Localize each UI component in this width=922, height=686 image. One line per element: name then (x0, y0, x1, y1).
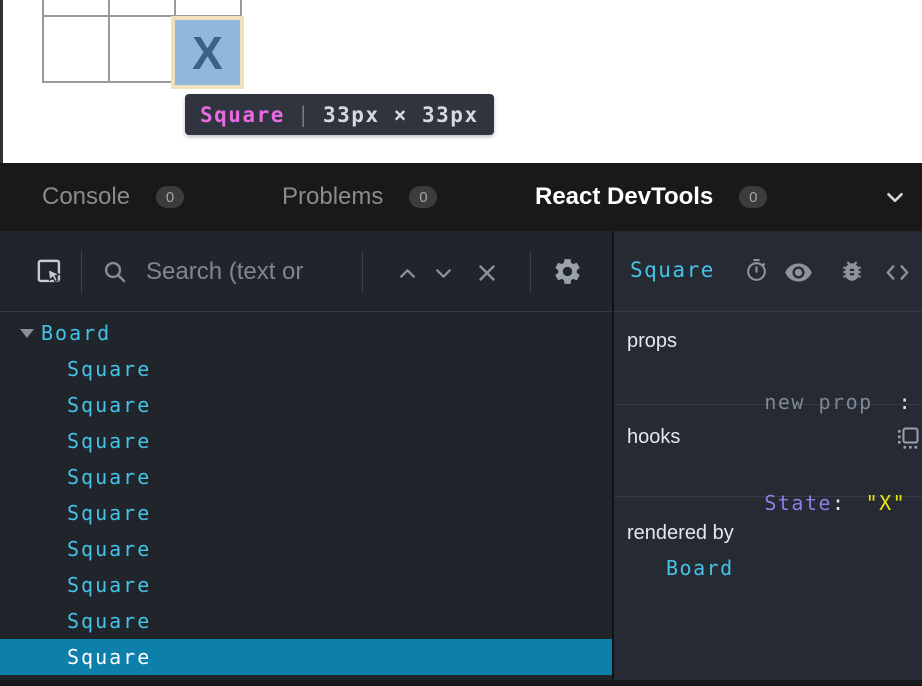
tree-item-label: Board (41, 321, 111, 345)
toolbar-divider (362, 251, 363, 293)
tooltip-separator: | (297, 103, 311, 127)
react-devtools-panel: Board SquareSquareSquareSquareSquareSqua… (0, 231, 922, 680)
tooltip-component-name: Square (200, 103, 285, 127)
rendered-by-board-link[interactable]: Board (666, 556, 734, 580)
tree-item-square-4[interactable]: Square (0, 459, 612, 495)
rendered-by-title: rendered by (627, 522, 734, 545)
tab-console[interactable]: Console 0 (42, 163, 184, 231)
search-icon (102, 259, 128, 285)
window-left-edge (0, 0, 3, 163)
tree-toolbar (0, 231, 612, 312)
tab-label: React DevTools (535, 183, 713, 211)
inspector-pane: Square props new prop:"" hooks (614, 231, 922, 680)
tree-item-label: Square (67, 429, 151, 453)
inspect-highlight-padding: X (171, 16, 244, 89)
board-cell[interactable] (44, 17, 110, 83)
gear-icon[interactable] (552, 256, 583, 287)
board-cell[interactable] (110, 17, 176, 83)
view-source-icon[interactable] (883, 258, 912, 287)
tooltip-dimensions: 33px × 33px (323, 103, 479, 127)
tree-item-label: Square (67, 465, 151, 489)
next-match-icon[interactable] (431, 261, 456, 286)
tab-react-devtools[interactable]: React DevTools 0 (535, 163, 767, 231)
hooks-section: hooks State:"X" (614, 405, 922, 497)
tab-problems[interactable]: Problems 0 (282, 163, 437, 231)
chevron-down-icon[interactable] (882, 184, 908, 210)
tab-label: Problems (282, 183, 383, 211)
tree-item-board[interactable]: Board (0, 315, 612, 351)
selected-component-name: Square (630, 258, 715, 282)
search-input[interactable] (144, 255, 356, 289)
tab-label: Console (42, 183, 130, 211)
tree-item-square-5[interactable]: Square (0, 495, 612, 531)
tree-item-square-9[interactable]: Square (0, 639, 612, 675)
inspect-element-icon[interactable] (35, 257, 64, 286)
props-section: props new prop:"" (614, 312, 922, 405)
tree-item-square-7[interactable]: Square (0, 567, 612, 603)
parse-hook-names-icon[interactable] (896, 426, 920, 450)
clear-search-icon[interactable] (474, 260, 500, 286)
rendered-by-section: rendered by Board (614, 497, 922, 680)
board-cell[interactable] (110, 0, 176, 17)
tree-item-square-6[interactable]: Square (0, 531, 612, 567)
tree-item-label: Square (67, 573, 151, 597)
board-cell-value: X (192, 26, 223, 80)
tree-item-label: Square (67, 501, 151, 525)
inspect-tooltip: Square | 33px × 33px (185, 94, 494, 135)
component-tree-children: Square Square Square Square Square Square Squa… (0, 351, 612, 675)
tree-item-label: Square (67, 645, 151, 669)
toolbar-divider (81, 251, 82, 293)
tree-item-label: Square (67, 537, 151, 561)
tree-item-square-3[interactable]: Square (0, 423, 612, 459)
window-bottom-edge (0, 680, 922, 686)
tree-item-label: Square (67, 393, 151, 417)
timer-icon[interactable] (744, 258, 769, 283)
props-section-title: props (627, 330, 677, 353)
tab-count-badge: 0 (739, 186, 767, 208)
tree-item-square-1[interactable]: Square (0, 351, 612, 387)
tree-item-label: Square (67, 357, 151, 381)
component-tree: Board SquareSquareSquareSquareSquareSqua… (0, 313, 612, 680)
tab-count-badge: 0 (409, 186, 437, 208)
tree-item-label: Square (67, 609, 151, 633)
devtools-tabbar: Console 0 Problems 0 React DevTools 0 (0, 163, 922, 231)
tree-item-square-2[interactable]: Square (0, 387, 612, 423)
eye-icon[interactable] (784, 258, 813, 287)
tree-item-square-8[interactable]: Square (0, 603, 612, 639)
inspect-highlight-content[interactable]: X (175, 20, 240, 85)
board-cell[interactable] (176, 0, 242, 17)
tab-count-badge: 0 (156, 186, 184, 208)
inspector-header: Square (614, 231, 922, 312)
bug-icon[interactable] (839, 258, 865, 284)
expander-triangle-icon[interactable] (20, 329, 34, 338)
previous-match-icon[interactable] (395, 261, 420, 286)
browser-viewport: X Square | 33px × 33px (0, 0, 922, 163)
components-tree-pane: Board SquareSquareSquareSquareSquareSqua… (0, 231, 612, 680)
board-cell[interactable] (44, 0, 110, 17)
toolbar-divider (530, 251, 531, 293)
hooks-section-title: hooks (627, 426, 680, 449)
